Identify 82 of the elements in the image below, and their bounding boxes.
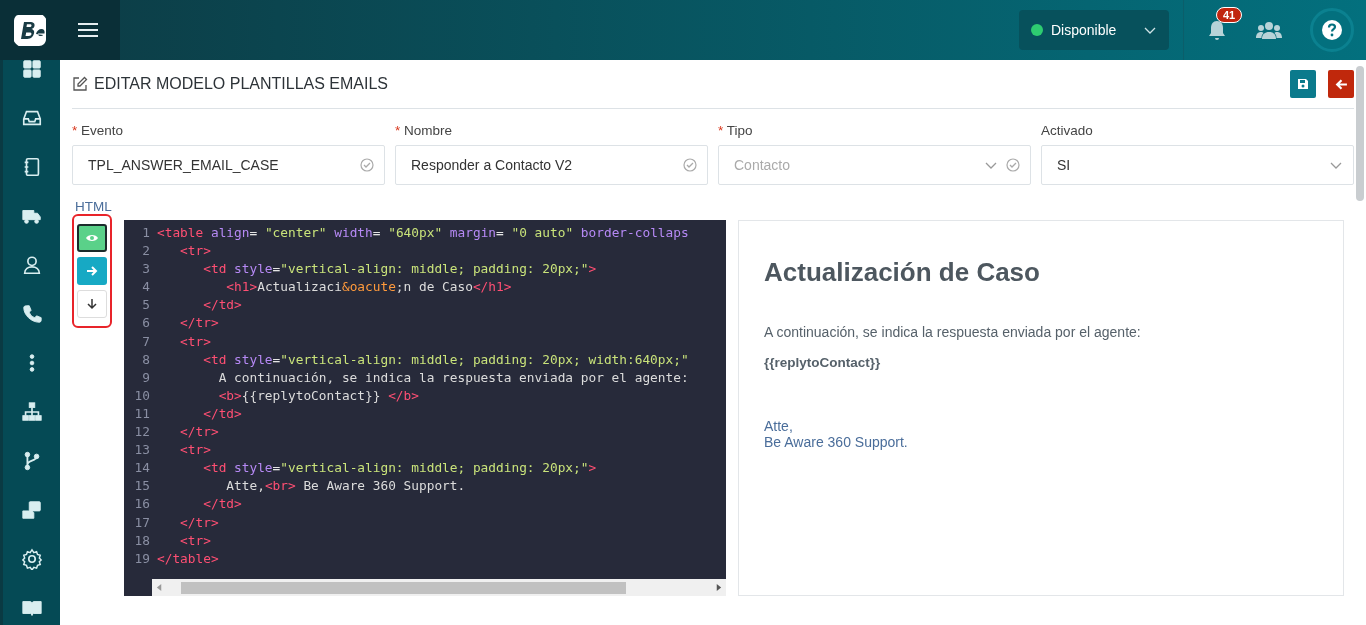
line-number: 19 [133,549,151,568]
check-icon [360,158,374,172]
code-line: A continuación, se indica la respuesta enviada por el agente: [217,368,689,387]
code-line: Atte,<br> Be Aware 360 Support. [225,477,466,496]
line-number: 7 [141,332,151,351]
save-icon [1297,78,1309,90]
line-number: 16 [133,495,151,514]
page-title: EDITAR MODELO PLANTILLAS EMAILS [94,75,389,93]
help-icon [1322,20,1342,40]
line-number: 12 [133,423,151,442]
back-button[interactable] [1328,70,1354,98]
field-label: * Tipo [718,123,754,138]
code-line: </tr> [179,513,219,532]
line-number: 3 [141,260,151,279]
field-label: * Evento [72,123,125,138]
select-field[interactable]: SI [1041,145,1354,185]
check-icon [683,158,697,172]
preview-text: Atte, [764,418,794,434]
code-line: </tr> [179,314,219,333]
code-line: <tr> [179,531,211,550]
line-number: 6 [141,314,151,333]
check-icon [1006,158,1020,172]
code-line: <h1>Actualizaci&oacute;n de Caso</h1> [225,278,512,297]
field-label: * Nombre [395,123,454,138]
code-line: </td> [202,404,242,423]
edit-icon [72,76,88,92]
line-number: 1 [141,224,151,242]
arrow-right-icon [85,264,99,278]
code-line: <td style="vertical-align: middle; padding: 20px;"> [202,260,597,279]
code-line: </td> [202,296,242,315]
code-editor[interactable] [124,220,726,596]
code-line: </table> [157,549,219,568]
users-icon[interactable] [1256,20,1282,40]
preview-variable: {{replytoContact}} [764,355,882,370]
text-field[interactable]: Responder a Contacto V2 [395,145,708,185]
settings-icon[interactable] [20,548,43,570]
code-line: <td style="vertical-align: middle; padding: 20px; width:640px;" [202,350,689,369]
dashboard-icon[interactable] [20,60,43,80]
horizontal-scrollbar[interactable] [152,579,726,596]
arrow-down-button[interactable] [77,290,107,318]
logo-icon [12,12,48,48]
line-number: 9 [141,368,151,387]
line-number: 11 [133,404,151,423]
sitemap-icon[interactable] [20,401,43,423]
shipping-icon[interactable] [20,499,43,521]
line-number: 18 [133,531,151,550]
html-label: HTML [75,199,113,214]
code-line: </tr> [179,423,219,442]
line-number: 14 [133,459,151,478]
arrow-down-icon [85,297,99,311]
notifications-button[interactable] [1206,19,1228,41]
line-number: 4 [141,278,151,297]
line-number: 8 [141,350,151,369]
menu-icon[interactable] [78,22,98,38]
save-button[interactable] [1290,70,1316,98]
line-number: 15 [133,477,151,496]
arrow-right-button[interactable] [77,257,107,285]
code-line: <tr> [179,242,211,261]
field-label: Activado [1041,123,1094,138]
code-line: </td> [202,495,242,514]
scroll-right-icon[interactable] [715,584,722,591]
arrow-left-icon [1334,77,1348,91]
status-dropdown[interactable]: Disponible [1019,10,1169,50]
notification-count: 41 [1216,7,1243,23]
line-number: 17 [133,513,151,532]
help-button[interactable] [1310,8,1354,52]
line-number: 2 [141,242,151,261]
preview-heading: Actualización de Caso [764,257,1041,288]
text-field[interactable]: TPL_ANSWER_EMAIL_CASE [72,145,385,185]
phone-icon[interactable] [20,303,43,325]
line-number: 10 [133,386,151,405]
code-line: <tr> [179,441,211,460]
preview-text: Be Aware 360 Support. [764,434,909,450]
code-line: <table align= "center" width= "640px" margin= "0 auto" border-collaps [157,224,689,242]
preview-text: A continuación, se indica la respuesta enviada por el agente: [764,324,1142,340]
code-line: <tr> [179,332,211,351]
preview-button[interactable] [77,224,107,252]
line-number: 13 [133,441,151,460]
code-line: <b>{{replytoContact}} </b> [217,386,419,405]
line-number: 5 [141,296,151,315]
vertical-scrollbar[interactable] [1356,66,1364,201]
code-line: <td style="vertical-align: middle; padding: 20px;"> [202,459,597,478]
